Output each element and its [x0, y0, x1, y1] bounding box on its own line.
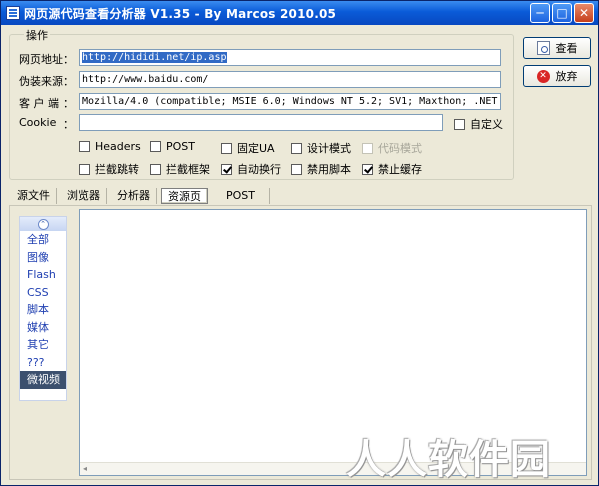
tab-bar: 源文件 浏览器 分析器 资源页 POST — [11, 186, 274, 205]
block-redirect-checkbox[interactable]: 拦截跳转 — [79, 161, 139, 177]
custom-label: 自定义 — [470, 118, 503, 131]
block-frames-checkbox[interactable]: 拦截框架 — [150, 161, 210, 177]
app-icon — [6, 6, 20, 20]
post-box — [150, 141, 161, 152]
sidebar-item-all[interactable]: 全部 — [20, 231, 66, 249]
post-label: POST — [166, 140, 195, 153]
sidebar-item-css[interactable]: CSS — [20, 284, 66, 302]
discard-button[interactable]: ✕ 放弃 — [523, 65, 591, 87]
no-cache-box — [362, 163, 373, 175]
discard-button-label: 放弃 — [555, 70, 578, 83]
cookie-input[interactable] — [79, 114, 443, 131]
cookie-colon: ： — [63, 118, 74, 131]
url-input[interactable]: http://hididi.net/ip.asp — [79, 49, 501, 66]
sidebar-item-other[interactable]: 其它 — [20, 336, 66, 354]
sidebar-item-unknown[interactable]: ??? — [20, 354, 66, 372]
url-colon: ： — [63, 53, 74, 66]
collapse-icon[interactable]: ⌃ — [37, 218, 49, 230]
sidebar-header: ⌃ — [20, 217, 66, 231]
referer-label: 伪装来源 — [19, 75, 63, 88]
watermark: 人人软件园 — [346, 437, 551, 483]
headers-box — [79, 141, 90, 152]
cookie-label: Cookie — [19, 116, 57, 129]
sidebar-item-media[interactable]: 媒体 — [20, 319, 66, 337]
fixed-ua-box — [221, 142, 232, 154]
post-checkbox[interactable]: POST — [150, 140, 195, 153]
design-mode-box — [291, 142, 302, 154]
tab-browser[interactable]: 浏览器 — [61, 187, 107, 204]
auto-wrap-box — [221, 163, 232, 175]
url-label: 网页地址 — [19, 53, 63, 66]
block-redirect-label: 拦截跳转 — [95, 163, 139, 176]
view-button-label: 查看 — [555, 42, 578, 55]
app-window: 网页源代码查看分析器 V1.35 - By Marcos 2010.05 ─ □… — [0, 0, 599, 486]
referer-input[interactable]: http://www.baidu.com/ — [79, 71, 501, 88]
tab-resources[interactable]: 资源页 — [161, 187, 208, 204]
scroll-left-icon[interactable]: ◂ — [83, 464, 93, 474]
sidebar-item-scripts[interactable]: 脚本 — [20, 301, 66, 319]
code-mode-label: 代码模式 — [378, 142, 422, 155]
block-frames-box — [150, 163, 161, 175]
resource-sidebar: ⌃ 全部 图像 Flash CSS 脚本 媒体 其它 ??? 微视频 — [19, 216, 67, 401]
window-controls: ─ □ ✕ — [530, 3, 594, 23]
referer-colon: ： — [63, 75, 74, 88]
close-button[interactable]: ✕ — [574, 3, 594, 23]
tab-source[interactable]: 源文件 — [11, 187, 57, 204]
sidebar-item-images[interactable]: 图像 — [20, 249, 66, 267]
design-mode-checkbox[interactable]: 设计模式 — [291, 140, 351, 156]
auto-wrap-checkbox[interactable]: 自动换行 — [221, 161, 281, 177]
window-title: 网页源代码查看分析器 V1.35 - By Marcos 2010.05 — [24, 6, 337, 21]
ua-input[interactable]: Mozilla/4.0 (compatible; MSIE 6.0; Windo… — [79, 93, 501, 110]
minimize-button[interactable]: ─ — [530, 3, 550, 23]
ua-colon: ： — [63, 97, 74, 110]
auto-wrap-label: 自动换行 — [237, 163, 281, 176]
url-value: http://hididi.net/ip.asp — [82, 52, 227, 63]
title-bar[interactable]: 网页源代码查看分析器 V1.35 - By Marcos 2010.05 ─ □… — [1, 1, 598, 25]
tab-analyzer[interactable]: 分析器 — [111, 187, 157, 204]
disable-script-checkbox[interactable]: 禁用脚本 — [291, 161, 351, 177]
custom-checkbox[interactable]: 自定义 — [454, 116, 503, 132]
block-redirect-box — [79, 163, 90, 175]
no-cache-checkbox[interactable]: 禁止缓存 — [362, 161, 422, 177]
code-mode-box — [362, 142, 373, 154]
no-cache-label: 禁止缓存 — [378, 163, 422, 176]
maximize-button[interactable]: □ — [552, 3, 572, 23]
sidebar-item-flash[interactable]: Flash — [20, 266, 66, 284]
discard-icon: ✕ — [536, 69, 550, 83]
fixed-ua-label: 固定UA — [237, 142, 275, 155]
sidebar-item-video[interactable]: 微视频 — [20, 371, 66, 389]
custom-box — [454, 118, 465, 130]
headers-label: Headers — [95, 140, 141, 153]
ua-label: 客 户 端 — [19, 97, 59, 110]
disable-script-label: 禁用脚本 — [307, 163, 351, 176]
block-frames-label: 拦截框架 — [166, 163, 210, 176]
view-button[interactable]: 查看 — [523, 37, 591, 59]
tab-post[interactable]: POST — [212, 187, 270, 204]
view-icon — [536, 41, 550, 55]
fixed-ua-checkbox[interactable]: 固定UA — [221, 140, 275, 156]
group-title: 操作 — [24, 27, 50, 43]
disable-script-box — [291, 163, 302, 175]
code-mode-checkbox: 代码模式 — [362, 140, 422, 156]
headers-checkbox[interactable]: Headers — [79, 140, 141, 153]
design-mode-label: 设计模式 — [307, 142, 351, 155]
